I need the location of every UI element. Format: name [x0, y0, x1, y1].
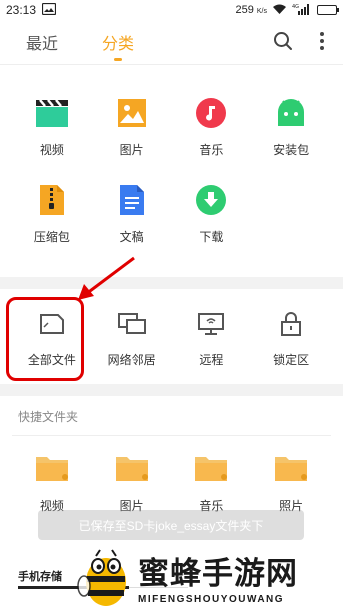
category-grid: 视频 图片 音乐 安装包 压缩包 文稿 下载 [0, 65, 343, 245]
storage-label: 手机存储 [18, 571, 62, 583]
watermark-title: 蜜蜂手游网 [138, 556, 298, 592]
quick-folder-image[interactable]: 图片 [92, 454, 172, 514]
category-download-label: 下载 [199, 230, 224, 244]
watermark: 蜜蜂手游网 MIFENGSHOUYOUWANG [76, 544, 343, 614]
wifi-icon [272, 3, 287, 18]
network-speed: 259 K/s [235, 4, 267, 16]
quick-folder-video[interactable]: 视频 [12, 454, 92, 514]
remote-icon [196, 309, 226, 339]
lock-icon [276, 309, 306, 339]
tab-recent[interactable]: 最近 [26, 30, 58, 54]
category-music-label: 音乐 [199, 143, 224, 157]
category-video[interactable]: 视频 [12, 95, 92, 158]
annotation-arrow-icon [78, 256, 135, 300]
category-video-label: 视频 [39, 143, 64, 157]
category-download[interactable]: 下载 [172, 182, 252, 245]
category-music[interactable]: 音乐 [172, 95, 252, 158]
highlight-box [6, 297, 84, 381]
image-icon [114, 95, 150, 131]
zip-file-icon [34, 182, 70, 218]
category-apk-label: 安装包 [273, 143, 310, 157]
notification-image-icon [42, 2, 57, 18]
network-neighbors-icon [117, 309, 147, 339]
folder-icon [115, 454, 149, 487]
status-bar: 23:13 259 K/s 4G [0, 0, 343, 20]
folder-icon [35, 454, 69, 487]
category-document[interactable]: 文稿 [92, 182, 172, 245]
quick-folders-title: 快捷文件夹 [18, 410, 79, 424]
tool-network-neighbors[interactable]: 网络邻居 [92, 309, 172, 368]
bee-logo-icon [77, 549, 126, 606]
quick-folders-row: 视频 图片 音乐 照片 [0, 436, 343, 514]
tool-remote-label: 远程 [199, 353, 224, 367]
cell-signal-icon: 4G [292, 3, 312, 18]
tool-lock-area-label: 锁定区 [273, 353, 310, 367]
more-menu-icon[interactable] [319, 31, 325, 56]
tool-remote[interactable]: 远程 [172, 309, 252, 368]
category-image[interactable]: 图片 [92, 95, 172, 158]
tools-row: 全部文件 网络邻居 远程 锁定区 [0, 289, 343, 384]
music-note-icon [193, 95, 229, 131]
category-image-label: 图片 [119, 143, 144, 157]
tab-category[interactable]: 分类 [102, 30, 134, 54]
watermark-subtitle: MIFENGSHOUYOUWANG [138, 594, 285, 605]
download-icon [193, 182, 229, 218]
tool-lock-area[interactable]: 锁定区 [251, 309, 331, 368]
quick-folder-music[interactable]: 音乐 [172, 454, 252, 514]
folder-icon [194, 454, 228, 487]
document-icon [114, 182, 150, 218]
search-icon[interactable] [273, 31, 293, 56]
category-archive-label: 压缩包 [33, 230, 70, 244]
section-separator [0, 277, 343, 289]
category-apk[interactable]: 安装包 [251, 95, 331, 158]
android-icon [273, 95, 309, 131]
status-time: 23:13 [6, 3, 37, 17]
video-clapper-icon [34, 95, 70, 131]
toast-message: 已保存至SD卡joke_essay文件夹下 [38, 510, 304, 540]
section-separator-2 [0, 384, 343, 396]
category-document-label: 文稿 [119, 230, 144, 244]
battery-icon [317, 5, 339, 15]
folder-icon [274, 454, 308, 487]
tool-network-neighbors-label: 网络邻居 [107, 353, 156, 367]
category-archive[interactable]: 压缩包 [12, 182, 92, 245]
quick-folder-photo[interactable]: 照片 [251, 454, 331, 514]
svg-text:4G: 4G [292, 4, 299, 10]
app-bar: 最近 分类 [0, 20, 343, 64]
